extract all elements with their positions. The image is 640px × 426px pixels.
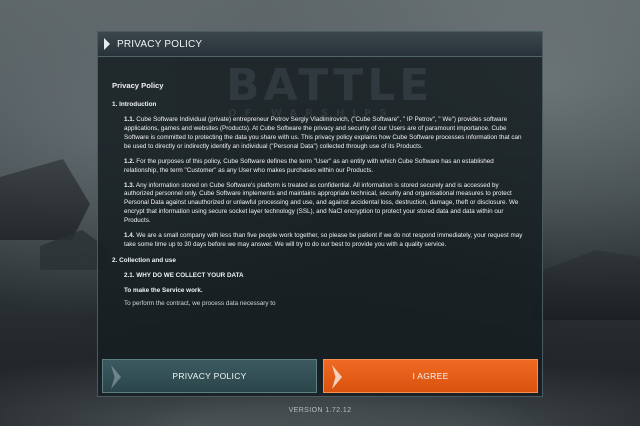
agree-button[interactable]: I AGREE [323, 359, 538, 393]
paragraph-text: For the purposes of this policy, Cube So… [124, 157, 494, 174]
privacy-policy-dialog: PRIVACY POLICY BATTLE OF WARSHIPS Privac… [97, 31, 543, 397]
version-label: VERSION 1.72.12 [288, 407, 352, 414]
dialog-header: PRIVACY POLICY [98, 32, 542, 57]
policy-paragraph: 1.4. We are a small company with less th… [124, 232, 528, 250]
dialog-title: PRIVACY POLICY [117, 38, 203, 50]
policy-heading: Privacy Policy [112, 81, 164, 90]
dialog-buttons: PRIVACY POLICY I AGREE [102, 359, 538, 393]
paragraph-text: Any information stored on Cube Software'… [124, 181, 519, 225]
policy-paragraph: 1.3. Any information stored on Cube Soft… [124, 182, 528, 227]
privacy-policy-button[interactable]: PRIVACY POLICY [102, 359, 317, 393]
paragraph-number: 1.3. [124, 181, 135, 189]
paragraph-text: Cube Software Individual (private) entre… [124, 115, 522, 150]
chevron-right-icon [104, 38, 110, 50]
paragraph-text: We are a small company with less than fi… [124, 232, 523, 249]
policy-paragraph: 1.2. For the purposes of this policy, Cu… [124, 158, 528, 176]
paragraph-number: 1.4. [124, 232, 135, 240]
subsection-heading: To make the Service work. [124, 287, 203, 295]
section-title: 1. Introduction [112, 100, 157, 108]
paragraph-number: 1.1. [124, 115, 135, 123]
paragraph-text: To perform the contract, we process data… [124, 300, 276, 308]
warship-silhouette [0, 159, 90, 240]
policy-paragraph: 1.1. Cube Software Individual (private) … [124, 116, 528, 152]
paragraph-number: 1.2. [124, 157, 135, 165]
subsection-title: 2.1. WHY DO WE COLLECT YOUR DATA [124, 272, 244, 280]
section-title: 2. Collection and use [112, 257, 176, 265]
privacy-policy-button-label: PRIVACY POLICY [172, 371, 247, 381]
warship-silhouette [530, 250, 640, 320]
arrow-right-icon [111, 365, 121, 389]
policy-text-scroll-area[interactable]: Privacy Policy 1. Introduction 1.1. Cube… [112, 70, 528, 346]
agree-button-label: I AGREE [412, 371, 449, 381]
arrow-right-icon [332, 365, 342, 389]
